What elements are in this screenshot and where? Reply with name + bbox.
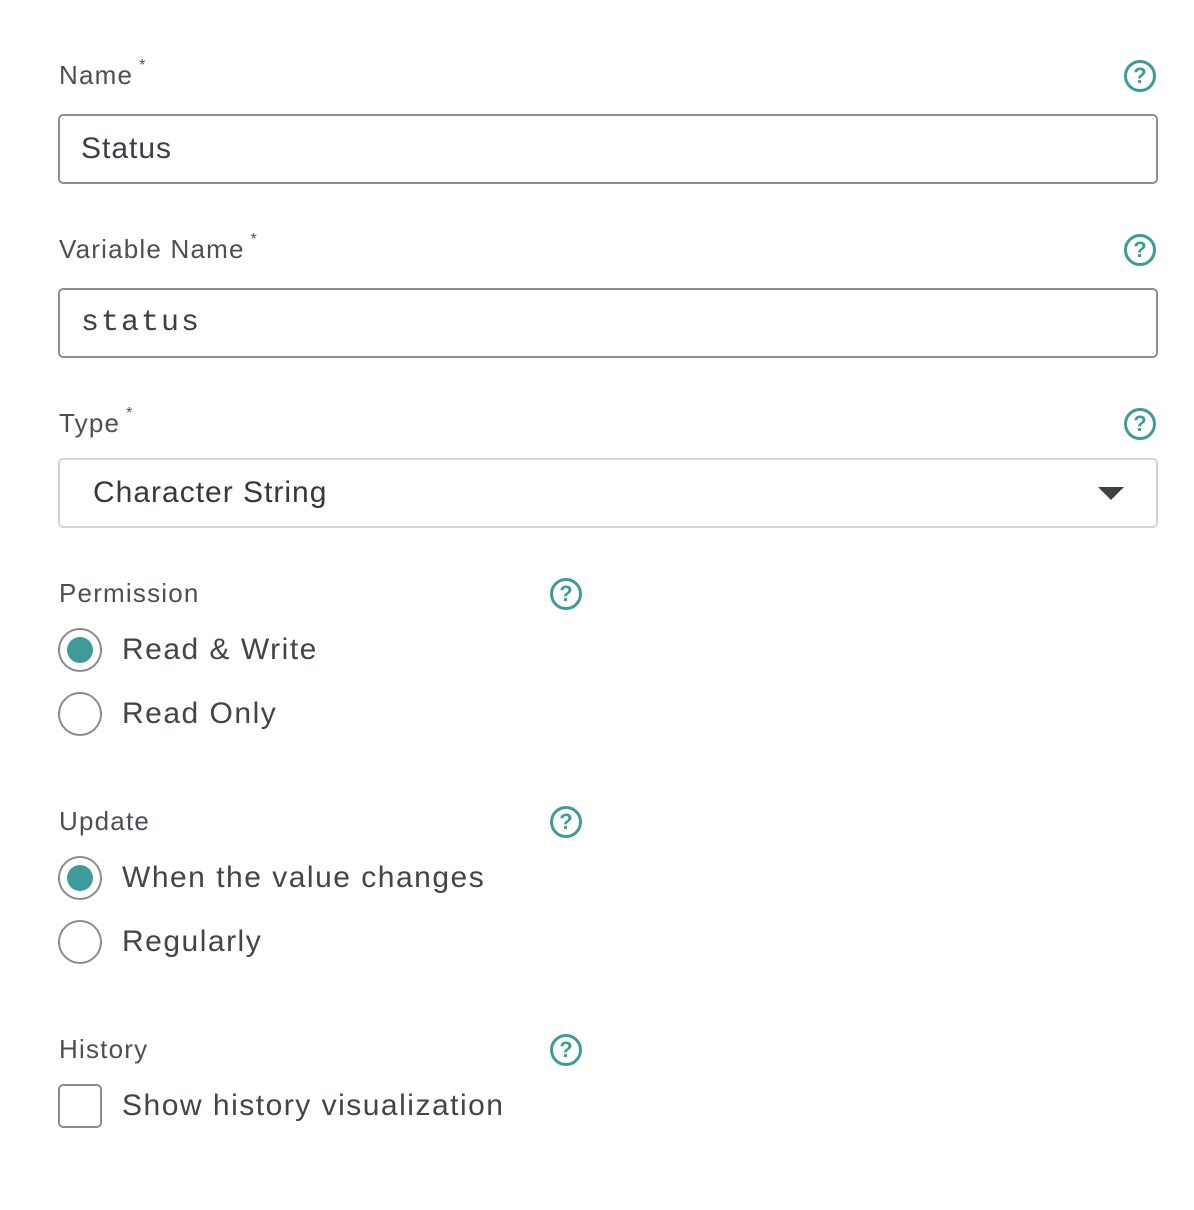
permission-label: Permission — [59, 578, 200, 608]
name-input[interactable] — [58, 114, 1158, 184]
radio-read-write-label: Read & Write — [122, 633, 318, 666]
update-label: Update — [59, 806, 151, 836]
radio-button-checked[interactable] — [58, 856, 102, 900]
radio-read-only[interactable]: Read Only — [58, 692, 277, 736]
checkbox-show-history-label: Show history visualization — [122, 1089, 505, 1122]
required-mark: * — [126, 405, 134, 422]
checkbox[interactable] — [58, 1084, 102, 1128]
caret-down-icon — [1098, 487, 1124, 500]
history-label: History — [59, 1034, 149, 1064]
type-label: Type * — [59, 405, 132, 443]
variable-name-label: Variable Name * — [59, 231, 257, 269]
type-select[interactable]: Character String — [58, 458, 1158, 528]
radio-button-checked[interactable] — [58, 628, 102, 672]
help-icon-type[interactable]: ? — [1124, 408, 1156, 440]
radio-when-value-changes-label: When the value changes — [122, 861, 486, 894]
variable-name-input[interactable] — [58, 288, 1158, 358]
radio-read-only-label: Read Only — [122, 697, 278, 730]
radio-regularly[interactable]: Regularly — [58, 920, 262, 964]
required-mark: * — [139, 57, 147, 74]
help-icon-update[interactable]: ? — [550, 806, 582, 838]
radio-read-write[interactable]: Read & Write — [58, 628, 318, 672]
help-icon-name[interactable]: ? — [1124, 60, 1156, 92]
name-label-text: Name — [59, 60, 134, 90]
type-label-text: Type — [59, 408, 121, 438]
help-icon-history[interactable]: ? — [550, 1034, 582, 1066]
radio-button[interactable] — [58, 920, 102, 964]
radio-when-value-changes[interactable]: When the value changes — [58, 856, 485, 900]
name-label: Name * — [59, 57, 145, 95]
help-icon-permission[interactable]: ? — [550, 578, 582, 610]
type-select-value: Character String — [93, 476, 328, 509]
variable-name-label-text: Variable Name — [59, 234, 245, 264]
radio-regularly-label: Regularly — [122, 925, 263, 958]
help-icon-variable-name[interactable]: ? — [1124, 234, 1156, 266]
radio-button[interactable] — [58, 692, 102, 736]
required-mark: * — [250, 231, 259, 248]
checkbox-show-history[interactable]: Show history visualization — [58, 1084, 505, 1128]
